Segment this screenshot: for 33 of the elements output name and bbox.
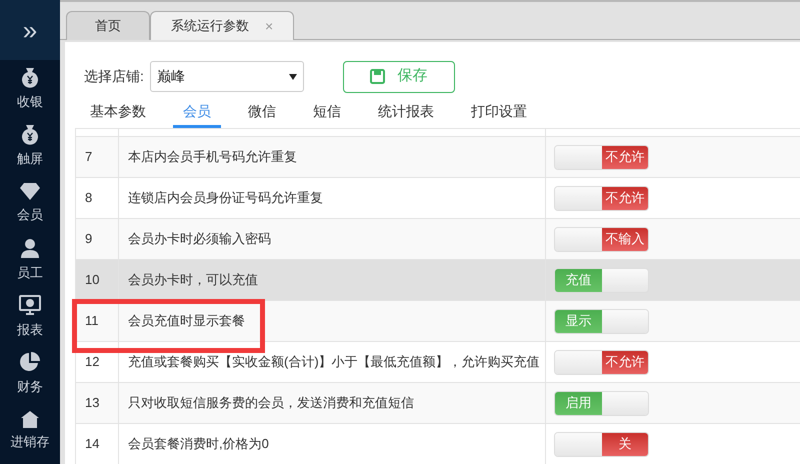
sidebar-item[interactable]: 报表 <box>0 288 60 345</box>
toggle-switch[interactable]: 不允许 <box>554 350 649 374</box>
pie-chart-icon <box>19 350 41 373</box>
person-icon <box>19 236 41 259</box>
monitor-chart-icon <box>19 294 41 316</box>
page-tab[interactable]: 首页 <box>66 11 150 40</box>
toggle-switch[interactable]: 不允许 <box>554 186 649 210</box>
sidebar-item[interactable]: 触屏 <box>0 117 60 174</box>
diamond-icon <box>19 180 41 201</box>
store-select[interactable]: 巅峰 <box>150 61 304 92</box>
table-cell: 14 <box>76 424 119 464</box>
page-tab[interactable]: 系统运行参数 × <box>150 11 294 40</box>
section-tab[interactable]: 统计报表 <box>368 98 444 128</box>
sidebar-item[interactable]: 员工 <box>0 231 60 288</box>
store-label: 选择店铺: <box>84 67 144 86</box>
table-cell: 会员套餐消费时,价格为0 <box>119 424 546 464</box>
money-bag-icon <box>19 66 41 88</box>
section-tab[interactable]: 短信 <box>303 98 351 128</box>
sidebar-item[interactable]: 收银 <box>0 60 60 117</box>
toggle-switch[interactable]: 不输入 <box>554 226 649 252</box>
toggle-switch[interactable]: 不允许 <box>554 144 649 170</box>
sidebar-item[interactable]: 进销存 <box>0 402 60 459</box>
section-tab[interactable]: 基本参数 <box>80 98 156 128</box>
table-cell: 10 <box>76 260 119 300</box>
section-tab[interactable]: 微信 <box>238 98 286 128</box>
sidebar-item[interactable]: 会员 <box>0 174 60 231</box>
dropdown-caret-icon <box>288 74 297 80</box>
sidebar-toggle[interactable]: » <box>0 0 60 60</box>
sidebar-item[interactable]: 财务 <box>0 345 60 402</box>
toggle-switch[interactable]: 关 <box>554 432 649 456</box>
section-tab[interactable]: 打印设置 <box>461 98 537 128</box>
money-bag-icon <box>19 122 41 145</box>
house-icon <box>20 410 40 428</box>
